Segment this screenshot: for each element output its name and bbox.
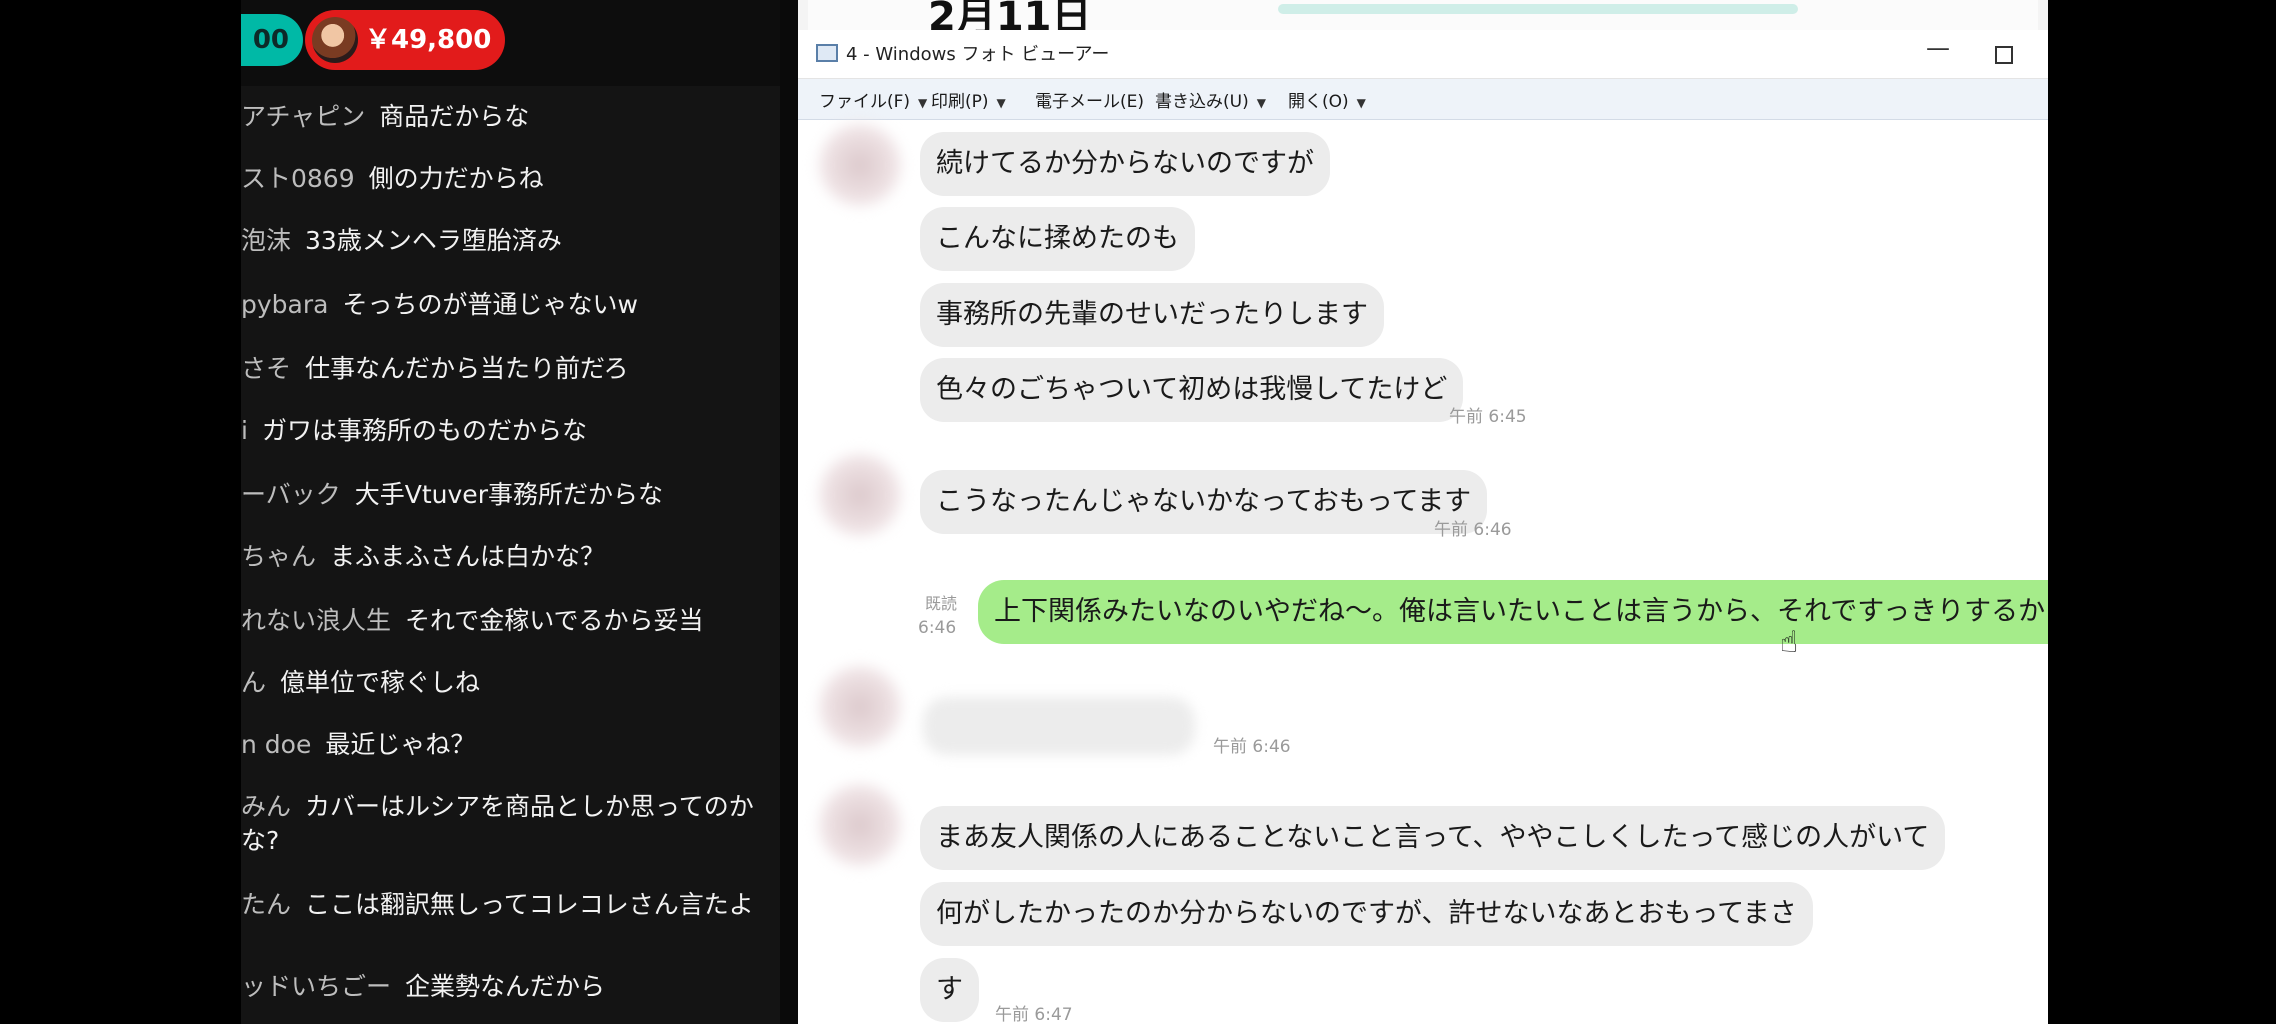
chevron-down-icon: ▼ [1256, 96, 1266, 110]
minimize-icon[interactable]: — [1926, 34, 1950, 62]
chevron-down-icon: ▼ [918, 96, 928, 110]
chat-text: そっちのが普通じゃないw [342, 290, 638, 319]
chat-author[interactable]: れない浪人生 [241, 606, 391, 635]
chevron-down-icon: ▼ [996, 96, 1006, 110]
divider [780, 0, 798, 1024]
chat-bubble: こんなに揉めたのも [920, 207, 1195, 271]
chat-text: それで金稼いでるから妥当 [405, 606, 704, 635]
title-bar[interactable]: 4 - Windows フォト ビューアー — [798, 30, 2048, 79]
chat-author[interactable]: さそ [241, 354, 291, 383]
chat-bubble: こうなったんじゃないかなっておもってます [920, 470, 1488, 534]
chat-text: 33歳メンヘラ堕胎済み [305, 226, 562, 255]
chat-message: たん ここは翻訳無しってコレコレさん言たよ [241, 888, 761, 922]
menu-bar: ファイル(F) ▼ 印刷(P) ▼ 電子メール(E) 書き込み(U) ▼ 開く(O) ▼ [798, 79, 2048, 120]
chat-author[interactable]: みん [241, 792, 291, 821]
chat-author[interactable]: スト0869 [241, 164, 355, 193]
chat-text: 億単位で稼ぐしね [280, 668, 481, 697]
chat-text: 大手Vtuver事務所だからな [354, 480, 663, 509]
chat-message: n doe 最近じゃね？ [241, 728, 761, 762]
chat-message: スト0869 側の力だからね [241, 162, 761, 196]
chat-message: i ガワは事務所のものだからな [241, 414, 761, 448]
timestamp: 午前 6:46 [1434, 520, 1512, 540]
chat-header: 00 ￥49,800 [241, 0, 780, 86]
chat-text: カバーはルシアを商品としか思ってのかな? [241, 792, 754, 855]
photo-viewer-window: 2月11日 4 - Windows フォト ビューアー — ファイル(F) ▼ 印… [798, 0, 2048, 1024]
menu-burn[interactable]: 書き込み(U) ▼ [1155, 87, 1266, 112]
chat-message: 泡沫 33歳メンヘラ堕胎済み [241, 224, 761, 258]
read-receipt: 既読 [925, 594, 958, 613]
date-header: 2月11日 [928, 0, 1092, 30]
sender-avatar [815, 662, 905, 752]
hand-cursor-icon: ☝ [1780, 625, 1799, 660]
chat-text: 商品だからな [379, 102, 530, 131]
chat-author[interactable]: アチャピン [241, 102, 365, 131]
blurred-message [923, 697, 1195, 755]
chat-message: ッドいちごー 企業勢なんだから [241, 970, 761, 1004]
chat-author[interactable]: i [241, 416, 248, 445]
chat-text: ガワは事務所のものだからな [261, 416, 587, 445]
menu-file[interactable]: ファイル(F) ▼ [819, 87, 927, 112]
chat-bubble-sent: 上下関係みたいなのいやだね〜。俺は言いたいことは言うから、それですっきりするから… [978, 580, 2048, 644]
chat-text: ここは翻訳無しってコレコレさん言たよ [305, 890, 754, 919]
chat-author[interactable]: n doe [241, 730, 311, 759]
window-title: 4 - Windows フォト ビューアー [846, 44, 1110, 65]
chat-text: 側の力だからね [368, 164, 544, 193]
timestamp: 午前 6:47 [995, 1005, 1073, 1024]
sender-avatar [815, 120, 905, 210]
timestamp: 午前 6:46 [1213, 737, 1291, 757]
member-count-badge: 00 [241, 14, 303, 66]
chat-author[interactable]: pybara [241, 290, 328, 319]
avatar [312, 17, 358, 63]
chat-message: みん カバーはルシアを商品としか思ってのかな? [241, 790, 761, 858]
chat-author[interactable]: ん [241, 668, 266, 697]
menu-open[interactable]: 開く(O) ▼ [1288, 87, 1366, 112]
chat-message: ん億単位で稼ぐしね [241, 666, 761, 700]
live-chat-panel: 00 ￥49,800 アチャピン 商品だからなスト0869 側の力だからね泡沫 33歳… [241, 0, 780, 1024]
sender-avatar [815, 450, 905, 540]
sender-avatar [815, 780, 905, 870]
timestamp: 午前 6:45 [1449, 407, 1527, 427]
chat-message: ちゃん まふまふさんは白かな？ [241, 540, 761, 574]
chat-bubble: す [920, 958, 979, 1022]
chat-author[interactable]: ちゃん [241, 542, 316, 571]
chat-bubble: 事務所の先輩のせいだったりします [920, 283, 1384, 347]
chat-author[interactable]: 泡沫 [241, 226, 291, 255]
chat-text: 仕事なんだから当たり前だろ [305, 354, 629, 383]
menu-print[interactable]: 印刷(P) ▼ [931, 87, 1006, 112]
timestamp: 6:46 [918, 618, 957, 638]
chevron-down-icon: ▼ [1356, 96, 1366, 110]
chat-bubble: 色々のごちゃついて初めは我慢してたけど [920, 358, 1464, 422]
chat-bubble: まあ友人関係の人にあることないこと言って、ややこしくしたって感じの人がいて [920, 806, 1946, 870]
chat-bubble: 続けてるか分からないのですが [920, 132, 1330, 196]
maximize-icon[interactable] [1995, 46, 2013, 64]
chat-message: アチャピン 商品だからな [241, 100, 761, 134]
chat-message: pybara そっちのが普通じゃないw [241, 288, 761, 322]
chat-author[interactable]: ーバック [241, 480, 341, 509]
superchat-badge[interactable]: ￥49,800 [305, 10, 505, 70]
decorative-band [1278, 4, 1798, 14]
menu-email[interactable]: 電子メール(E) [1035, 87, 1144, 112]
chat-message: れない浪人生 それで金稼いでるから妥当 [241, 604, 761, 638]
chat-text: まふまふさんは白かな？ [330, 542, 606, 571]
chat-text: 最近じゃね？ [325, 730, 476, 759]
chat-message: ーバック 大手Vtuver事務所だからな [241, 478, 761, 512]
superchat-amount: ￥49,800 [365, 25, 492, 55]
photo-viewer-icon [816, 44, 838, 62]
image-canvas: 続けてるか分からないのですが こんなに揉めたのも 事務所の先輩のせいだったりしま… [798, 120, 2048, 1024]
chat-bubble: 何がしたかったのか分からないのですが、許せないなあとおもってまさ [920, 882, 1813, 946]
chat-author[interactable]: ッドいちごー [241, 972, 391, 1001]
chat-author[interactable]: たん [241, 890, 291, 919]
chat-text: 企業勢なんだから [405, 972, 606, 1001]
image-top-strip: 2月11日 [798, 0, 2048, 30]
chat-message: さそ 仕事なんだから当たり前だろ [241, 352, 761, 386]
